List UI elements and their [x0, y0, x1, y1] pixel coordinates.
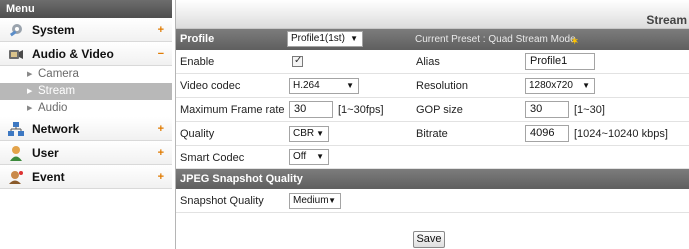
sidebar-item-stream[interactable]: ▶ Stream	[0, 83, 172, 100]
bitrate-input[interactable]: 4096	[525, 125, 569, 142]
gear-icon	[8, 22, 24, 38]
menu-category-label: System	[32, 23, 75, 37]
jpeg-section-bar: JPEG Snapshot Quality	[176, 169, 689, 189]
alias-value: Profile1	[530, 55, 568, 67]
dropdown-arrow-icon: ▼	[350, 34, 358, 43]
profile-select[interactable]: Profile1(1st) ▼	[287, 31, 363, 47]
enable-label: Enable	[180, 56, 215, 68]
sidebar-menu: Menu System + Audio & Video − ▶ Camera ▶…	[0, 0, 172, 249]
dropdown-arrow-icon: ▼	[316, 152, 324, 161]
star-icon: ✶	[571, 36, 579, 46]
chevron-right-icon: ▶	[27, 71, 33, 78]
menu-category-label: Network	[32, 122, 80, 136]
menu-category-label: User	[32, 146, 59, 160]
alias-label: Alias	[416, 56, 440, 68]
quality-select[interactable]: CBR ▼	[289, 126, 329, 142]
form-row-smart-codec: Smart Codec Off ▼	[176, 146, 689, 169]
resolution-value: 1280x720	[529, 80, 573, 91]
stream-settings-panel: Stream Profile Profile1(1st) ▼ Current P…	[175, 0, 689, 249]
audio-video-submenu: ▶ Camera ▶ Stream ▶ Audio	[0, 66, 172, 117]
profile-select-value: Profile1(1st)	[291, 33, 345, 44]
gop-range-hint: [1~30]	[574, 104, 605, 116]
menu-category-label: Audio & Video	[32, 47, 114, 61]
quality-label: Quality	[180, 128, 215, 140]
dropdown-arrow-icon: ▼	[328, 196, 336, 205]
sidebar-item-camera[interactable]: ▶ Camera	[0, 66, 172, 83]
collapse-toggle[interactable]: −	[158, 42, 164, 66]
audio-video-icon	[8, 46, 24, 62]
form-row-frame-rate: Maximum Frame rate 30 [1~30fps] GOP size…	[176, 98, 689, 122]
profile-label: Profile	[180, 33, 215, 45]
form-row-quality: Quality CBR ▼ Bitrate 4096 [1024~10240 k…	[176, 122, 689, 146]
resolution-select[interactable]: 1280x720 ▼	[525, 78, 595, 94]
chevron-right-icon: ▶	[27, 105, 33, 112]
menu-category-user[interactable]: User +	[0, 141, 172, 165]
bitrate-range-hint: [1024~10240 kbps]	[574, 128, 668, 140]
smart-codec-select[interactable]: Off ▼	[289, 149, 329, 165]
expand-toggle[interactable]: +	[158, 18, 164, 42]
profile-section-bar: Profile Profile1(1st) ▼ Current Preset :…	[176, 29, 689, 50]
chevron-right-icon: ▶	[27, 88, 33, 95]
checkmark-icon: ✓	[294, 55, 303, 66]
dropdown-arrow-icon: ▼	[346, 81, 354, 90]
max-frame-rate-label: Maximum Frame rate	[180, 104, 285, 116]
alias-input[interactable]: Profile1	[525, 53, 595, 70]
sidebar-item-label: Camera	[38, 68, 79, 80]
frame-rate-range-hint: [1~30fps]	[338, 104, 384, 116]
menu-category-event[interactable]: Event +	[0, 165, 172, 189]
bitrate-label: Bitrate	[416, 128, 448, 140]
sidebar-item-label: Stream	[38, 85, 76, 97]
bitrate-value: 4096	[530, 127, 555, 139]
menu-category-label: Event	[32, 170, 65, 184]
enable-checkbox[interactable]: ✓	[292, 55, 303, 67]
dropdown-arrow-icon: ▼	[582, 81, 590, 90]
expand-toggle[interactable]: +	[158, 117, 164, 141]
menu-category-audio-video[interactable]: Audio & Video −	[0, 42, 172, 66]
form-row-snapshot-quality: Snapshot Quality Medium ▼	[176, 189, 689, 213]
gop-size-value: 30	[530, 103, 543, 115]
page-title-bar: Stream	[176, 0, 689, 29]
expand-toggle[interactable]: +	[158, 165, 164, 189]
page-title: Stream	[646, 13, 687, 27]
jpeg-section-label: JPEG Snapshot Quality	[180, 173, 303, 185]
snapshot-quality-label: Snapshot Quality	[180, 195, 264, 207]
snapshot-quality-value: Medium	[293, 195, 329, 206]
quality-value: CBR	[293, 128, 315, 139]
video-codec-value: H.264	[293, 80, 320, 91]
smart-codec-label: Smart Codec	[180, 152, 245, 164]
menu-category-system[interactable]: System +	[0, 18, 172, 42]
event-icon	[8, 169, 24, 185]
menu-category-network[interactable]: Network +	[0, 117, 172, 141]
smart-codec-value: Off	[293, 151, 307, 162]
expand-toggle[interactable]: +	[158, 141, 164, 165]
save-button[interactable]: Save	[413, 231, 445, 248]
form-row-enable: Enable ✓ Alias Profile1	[176, 50, 689, 74]
sidebar-item-label: Audio	[38, 102, 68, 114]
max-frame-rate-input[interactable]: 30	[289, 101, 333, 118]
sidebar-item-audio[interactable]: ▶ Audio	[0, 100, 172, 117]
dropdown-arrow-icon: ▼	[316, 129, 324, 138]
network-icon	[8, 121, 24, 137]
user-icon	[8, 145, 24, 161]
form-row-codec: Video codec H.264 ▼ Resolution 1280x720 …	[176, 74, 689, 98]
video-codec-select[interactable]: H.264 ▼	[289, 78, 359, 94]
gop-size-label: GOP size	[416, 104, 463, 116]
gop-size-input[interactable]: 30	[525, 101, 569, 118]
video-codec-label: Video codec	[180, 80, 241, 92]
max-frame-rate-value: 30	[294, 103, 307, 115]
resolution-label: Resolution	[416, 80, 468, 92]
current-preset-text: Current Preset : Quad Stream Mode	[415, 34, 576, 45]
snapshot-quality-select[interactable]: Medium ▼	[289, 193, 341, 209]
menu-header: Menu	[0, 0, 172, 18]
